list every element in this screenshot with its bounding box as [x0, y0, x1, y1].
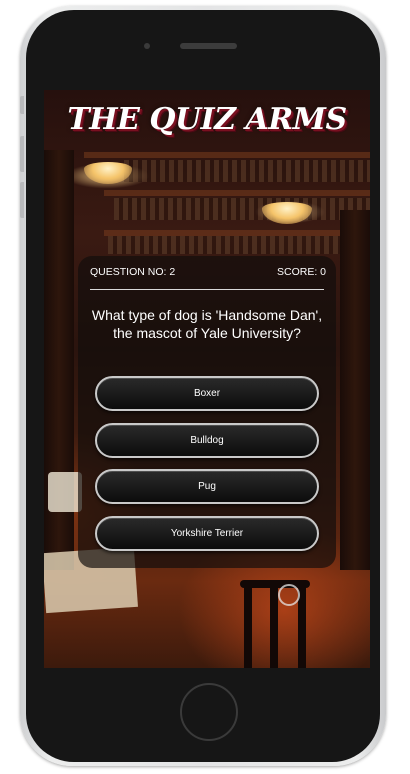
bar-stool-leg — [244, 586, 252, 668]
volume-down-button — [20, 182, 24, 218]
brewdog-sign — [48, 472, 82, 512]
answer-list: Boxer Bulldog Pug Yorkshire Terrier — [95, 376, 319, 562]
bar-shelf — [104, 190, 370, 196]
question-number: QUESTION NO: 2 — [90, 266, 176, 278]
mute-switch — [20, 96, 24, 114]
bottle-row — [124, 160, 370, 182]
answer-button-pug[interactable]: Pug — [95, 469, 319, 504]
volume-up-button — [20, 136, 24, 172]
app-screen: THE QUIZ ARMS QUESTION NO: 2 SCORE: 0 Wh… — [44, 90, 370, 668]
header-divider — [90, 289, 324, 290]
earpiece-speaker — [180, 43, 237, 49]
front-camera — [144, 43, 150, 49]
quiz-header: QUESTION NO: 2 SCORE: 0 — [90, 266, 326, 282]
bottle-row — [114, 198, 370, 220]
app-title: THE QUIZ ARMS — [67, 102, 347, 137]
bar-shelf — [84, 152, 370, 158]
home-button[interactable] — [180, 683, 238, 741]
bottle-row — [108, 236, 370, 254]
answer-button-boxer[interactable]: Boxer — [95, 376, 319, 411]
ring-icon — [278, 584, 300, 606]
hanging-lamp — [262, 202, 312, 224]
quiz-card: QUESTION NO: 2 SCORE: 0 What type of dog… — [78, 256, 336, 568]
answer-button-bulldog[interactable]: Bulldog — [95, 422, 319, 458]
question-text: What type of dog is 'Handsome Dan', the … — [91, 307, 323, 341]
bar-stool-leg — [270, 586, 278, 668]
answer-button-yorkshire-terrier[interactable]: Yorkshire Terrier — [95, 515, 319, 551]
score-display: SCORE: 0 — [276, 266, 326, 278]
wood-pillar — [340, 210, 370, 570]
